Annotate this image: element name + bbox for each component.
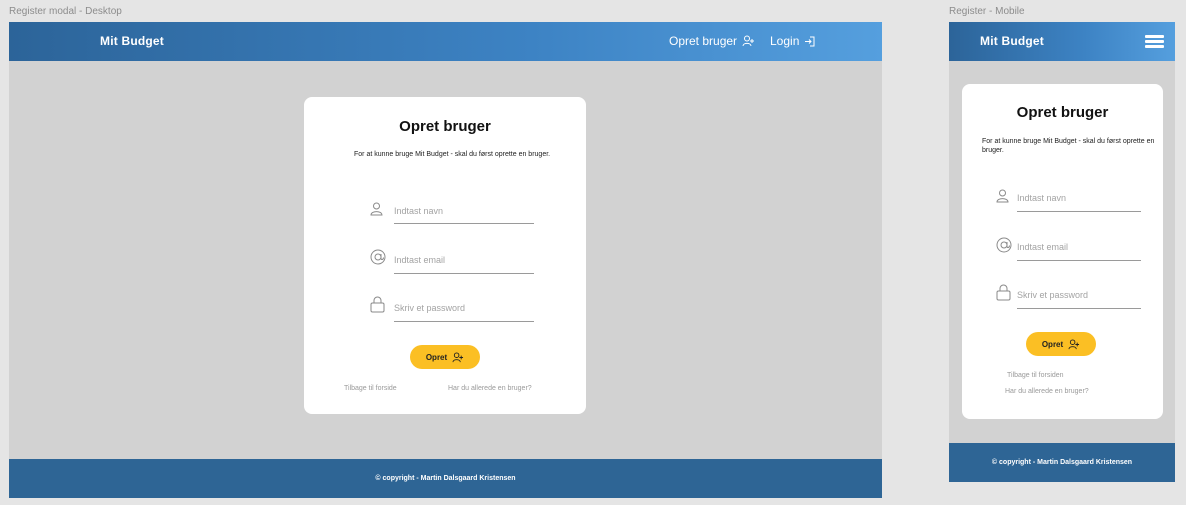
submit-label: Opret — [1041, 339, 1064, 349]
password-input[interactable] — [394, 295, 534, 322]
card-description: For at kunne bruge Mit Budget - skal du … — [982, 138, 1155, 154]
email-input[interactable] — [1017, 234, 1141, 261]
add-user-icon — [1068, 338, 1080, 349]
nav-register-label: Opret bruger — [669, 34, 738, 48]
hamburger-menu-icon[interactable] — [1145, 35, 1164, 48]
mobile-frame-label: Register - Mobile — [949, 6, 1025, 17]
nav-register-link[interactable]: Opret bruger — [669, 34, 755, 48]
password-field — [996, 282, 1146, 309]
name-input[interactable] — [1017, 185, 1141, 212]
card-title: Opret bruger — [399, 118, 491, 135]
user-icon — [996, 189, 1009, 203]
mobile-footer: © copyright - Martin Dalsgaard Kristense… — [949, 443, 1175, 482]
submit-button[interactable]: Opret — [1026, 332, 1096, 356]
brand-link[interactable]: Mit Budget — [100, 34, 164, 48]
add-user-icon — [452, 351, 464, 362]
card-title: Opret bruger — [1016, 104, 1109, 121]
login-link[interactable]: Har du allerede en bruger? — [448, 385, 532, 392]
mobile-frame: Mit Budget Opret bruger For at kunne bru… — [949, 22, 1175, 482]
lock-icon — [370, 296, 385, 313]
back-link[interactable]: Tilbage til forsiden — [1007, 372, 1064, 379]
email-field — [370, 247, 540, 274]
nav-login-link[interactable]: Login — [770, 34, 815, 48]
name-field — [996, 185, 1146, 212]
email-input[interactable] — [394, 247, 534, 274]
email-field — [996, 234, 1146, 261]
back-link[interactable]: Tilbage til forside — [344, 385, 397, 392]
login-link[interactable]: Har du allerede en bruger? — [1005, 388, 1089, 395]
mobile-header: Mit Budget — [949, 22, 1175, 61]
password-field — [370, 295, 540, 322]
submit-button[interactable]: Opret — [410, 345, 480, 369]
register-card: Opret bruger For at kunne bruge Mit Budg… — [962, 84, 1163, 419]
desktop-header: Mit Budget Opret bruger Login — [9, 22, 882, 61]
register-card: Opret bruger For at kunne bruge Mit Budg… — [304, 97, 586, 414]
nav-login-label: Login — [770, 34, 800, 48]
lock-icon — [996, 284, 1011, 301]
desktop-frame: Mit Budget Opret bruger Login Opret brug… — [9, 22, 882, 498]
add-user-icon — [742, 35, 755, 47]
password-input[interactable] — [1017, 282, 1141, 309]
user-icon — [370, 202, 383, 216]
name-input[interactable] — [394, 199, 534, 224]
at-icon — [370, 249, 386, 265]
desktop-footer: © copyright - Martin Dalsgaard Kristense… — [9, 459, 882, 498]
desktop-frame-label: Register modal - Desktop — [9, 6, 122, 17]
card-description: For at kunne bruge Mit Budget - skal du … — [354, 151, 551, 158]
submit-label: Opret — [425, 352, 448, 362]
login-icon — [805, 36, 815, 46]
brand-link[interactable]: Mit Budget — [980, 34, 1044, 48]
at-icon — [996, 237, 1012, 253]
name-field — [370, 199, 540, 225]
